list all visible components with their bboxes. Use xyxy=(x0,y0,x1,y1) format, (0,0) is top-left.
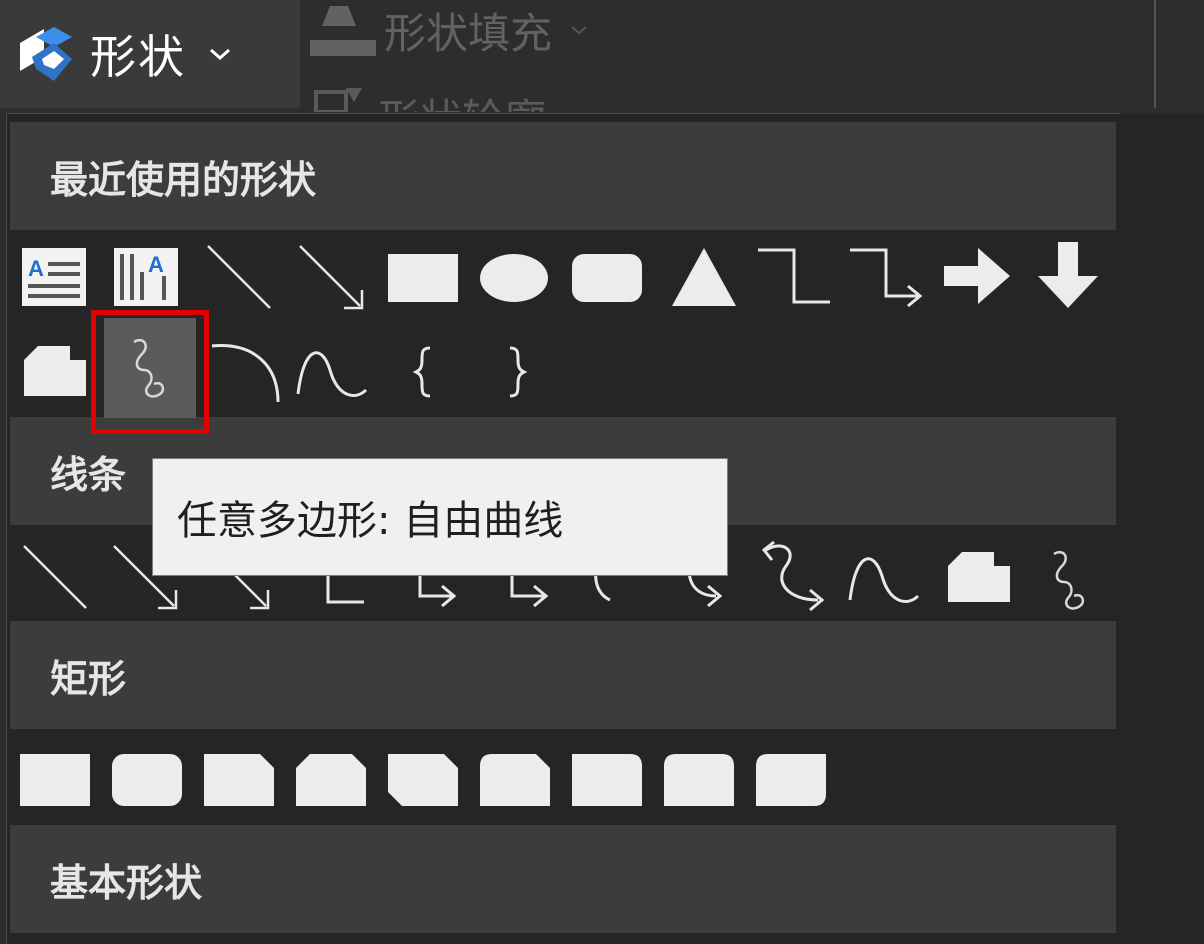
shape-snip-same-side-corner-rectangle[interactable] xyxy=(290,738,370,820)
curved-double-arrow-connector-icon xyxy=(761,540,825,612)
shape-left-brace[interactable] xyxy=(384,330,464,412)
shape-outline-button[interactable]: 形状轮廓 xyxy=(310,84,546,112)
triangle-icon xyxy=(672,248,736,306)
shapes-label: 形状 xyxy=(90,30,186,84)
rounded-rectangle-icon xyxy=(572,254,642,302)
shape-rectangle[interactable] xyxy=(14,738,94,820)
round-same-side-corner-rectangle-icon xyxy=(664,754,734,806)
gallery-scrollbar-track[interactable] xyxy=(1120,113,1204,944)
shapes-icon xyxy=(20,27,72,81)
shape-fill-label: 形状填充 xyxy=(384,8,553,58)
freeform-shape-icon xyxy=(948,552,1010,602)
shape-curved-double-arrow-connector[interactable] xyxy=(752,536,832,618)
shape-round-same-side-corner-rectangle[interactable] xyxy=(658,738,738,820)
tooltip: 任意多边形: 自由曲线 xyxy=(152,458,728,576)
shape-horizontal-text-box[interactable]: A xyxy=(14,236,94,318)
arrow-line-icon xyxy=(299,245,364,310)
right-brace-icon xyxy=(509,346,528,398)
snip-single-corner-rectangle-icon xyxy=(204,754,274,806)
shape-snip-round-single-corner-rectangle[interactable] xyxy=(474,738,554,820)
tooltip-text: 任意多边形: 自由曲线 xyxy=(177,498,564,544)
curve-icon xyxy=(848,557,920,603)
shape-snip-rectangle[interactable] xyxy=(14,330,94,412)
pen-outline-icon xyxy=(314,88,362,112)
shape-right-brace[interactable] xyxy=(476,330,556,412)
elbow-arrow-connector-icon xyxy=(850,248,923,308)
round-single-corner-rectangle-icon xyxy=(572,754,642,806)
rectangle-icon xyxy=(388,254,458,302)
oval-icon xyxy=(480,254,548,302)
shape-snip-diagonal-corner-rectangle[interactable] xyxy=(382,738,462,820)
shape-line[interactable] xyxy=(14,536,94,618)
shape-curve[interactable] xyxy=(844,536,924,618)
shape-curve[interactable] xyxy=(292,330,372,412)
shape-round-single-corner-rectangle[interactable] xyxy=(566,738,646,820)
rectangle-icon xyxy=(20,754,90,806)
svg-text:A: A xyxy=(148,252,164,277)
shape-arc[interactable] xyxy=(206,330,286,412)
snip-same-side-corner-rectangle-icon xyxy=(296,754,366,806)
line-icon xyxy=(207,245,271,309)
shape-snip-single-corner-rectangle[interactable] xyxy=(198,738,278,820)
elbow-connector-icon xyxy=(758,248,830,304)
section-basic-shapes: 基本形状 xyxy=(10,825,1116,933)
shape-outline-label: 形状轮廓 xyxy=(378,86,546,112)
left-brace-icon xyxy=(412,346,431,398)
section-title: 最近使用的形状 xyxy=(50,157,317,202)
rounded-rectangle-icon xyxy=(112,754,182,806)
section-title: 线条 xyxy=(50,452,127,497)
line-icon xyxy=(23,545,87,609)
shape-elbow-arrow-connector[interactable] xyxy=(846,236,926,318)
shape-down-arrow[interactable] xyxy=(1028,236,1108,318)
down-arrow-icon xyxy=(1038,242,1098,308)
shape-round-diagonal-corner-rectangle[interactable] xyxy=(750,738,830,820)
horizontal-text-box-icon: A xyxy=(22,248,86,306)
shape-line[interactable] xyxy=(198,236,278,318)
snip-round-single-corner-rectangle-icon xyxy=(480,754,550,806)
shape-right-arrow[interactable] xyxy=(938,236,1018,318)
shape-freeform-scribble[interactable] xyxy=(1028,536,1108,618)
arc-icon xyxy=(211,344,280,403)
section-title: 矩形 xyxy=(50,656,127,701)
shape-arrow-line[interactable] xyxy=(290,236,370,318)
shape-elbow-connector[interactable] xyxy=(754,236,834,318)
shape-triangle[interactable] xyxy=(664,236,744,318)
shape-rectangle[interactable] xyxy=(382,236,462,318)
shape-freeform-shape[interactable] xyxy=(938,536,1018,618)
ribbon-separator xyxy=(1154,0,1156,108)
freeform-scribble-icon xyxy=(1053,550,1085,610)
paint-bucket-icon xyxy=(310,6,376,56)
round-diagonal-corner-rectangle-icon xyxy=(756,754,826,806)
selection-highlight-box xyxy=(91,310,209,434)
shape-vertical-text-box[interactable]: A xyxy=(106,236,186,318)
section-rectangles: 矩形 xyxy=(10,621,1116,729)
section-recent-shapes: 最近使用的形状 xyxy=(10,122,1116,230)
snip-diagonal-corner-rectangle-icon xyxy=(388,754,458,806)
snip-rectangle-icon xyxy=(24,346,86,396)
curve-icon xyxy=(296,351,368,397)
shape-rounded-rectangle[interactable] xyxy=(106,738,186,820)
chevron-down-icon xyxy=(571,26,587,35)
right-arrow-icon xyxy=(944,248,1010,304)
chevron-down-icon xyxy=(210,48,230,61)
shape-rounded-rectangle[interactable] xyxy=(566,236,646,318)
svg-text:A: A xyxy=(28,256,44,281)
ribbon: 形状 形状填充 形状轮廓 xyxy=(0,0,1204,112)
shapes-button[interactable]: 形状 xyxy=(0,0,300,108)
shape-oval[interactable] xyxy=(474,236,554,318)
shape-fill-button[interactable]: 形状填充 xyxy=(300,0,588,60)
vertical-text-box-icon: A xyxy=(114,248,178,306)
section-title: 基本形状 xyxy=(50,860,203,905)
